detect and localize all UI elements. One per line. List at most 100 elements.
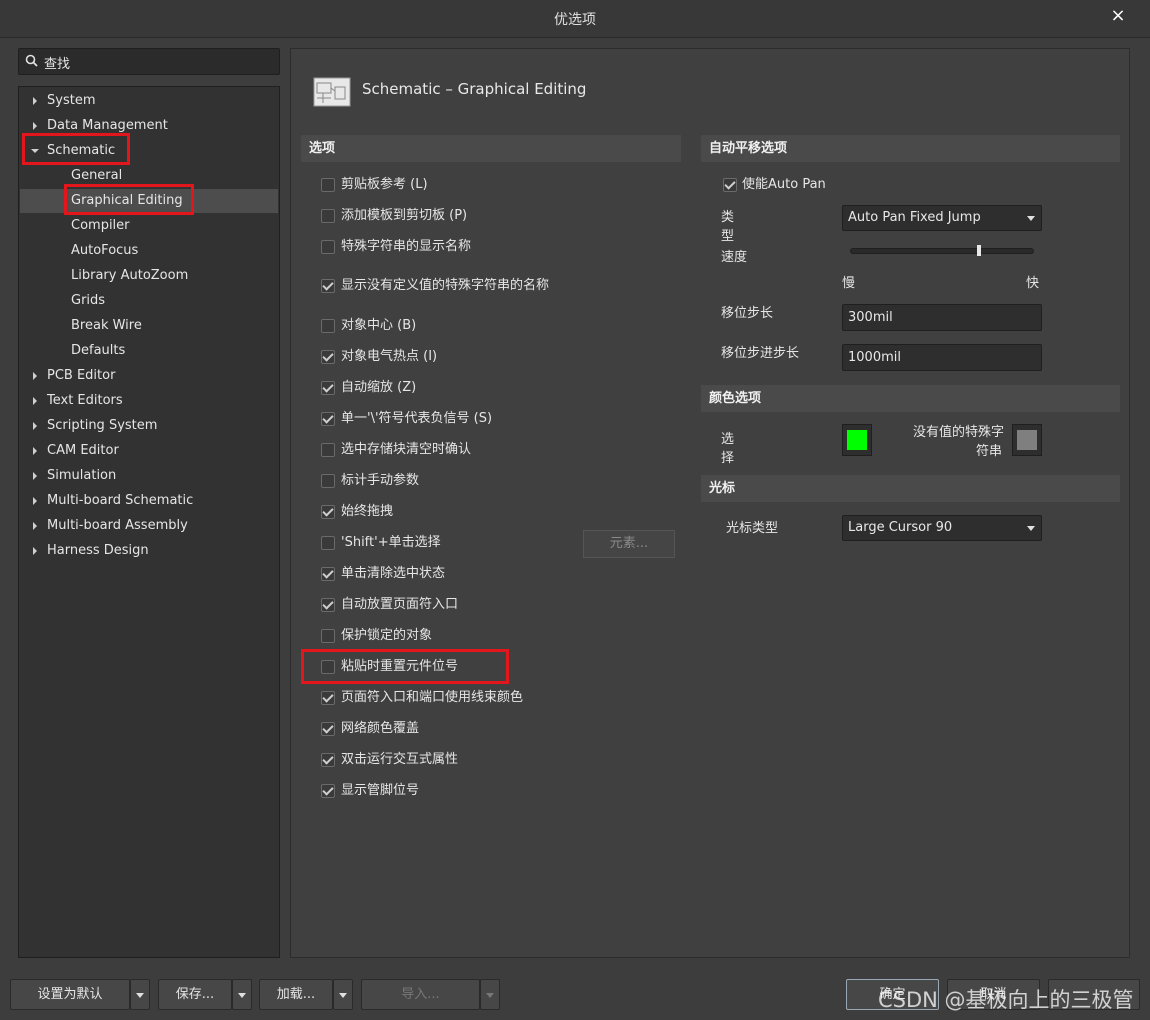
checkbox-box bbox=[321, 178, 335, 192]
checkbox-box bbox=[321, 279, 335, 293]
tree-item-label: PCB Editor bbox=[47, 368, 116, 383]
checkbox-box bbox=[321, 598, 335, 612]
highlight-schematic bbox=[22, 133, 130, 165]
tree-item-label: Grids bbox=[71, 293, 106, 308]
option-label: 网络颜色覆盖 bbox=[341, 721, 420, 736]
chevron-right-icon[interactable] bbox=[33, 372, 37, 380]
autopan-section-header: 自动平移选项 bbox=[701, 135, 1120, 162]
option-label: 对象中心 (B) bbox=[341, 318, 417, 333]
tree-item-break-wire[interactable]: Break Wire bbox=[71, 315, 142, 337]
search-input[interactable]: 查找 bbox=[18, 48, 280, 75]
chevron-right-icon[interactable] bbox=[33, 497, 37, 505]
tree-item-compiler[interactable]: Compiler bbox=[71, 215, 130, 237]
checkbox-box bbox=[321, 443, 335, 457]
tree-item-defaults[interactable]: Defaults bbox=[71, 340, 125, 362]
shift-step-input[interactable]: 1000mil bbox=[842, 344, 1042, 371]
tree-item-label: System bbox=[47, 93, 96, 108]
option-label: 特殊字符串的显示名称 bbox=[341, 239, 472, 254]
cursor-type-value: Large Cursor 90 bbox=[848, 520, 953, 535]
elements-button[interactable]: 元素... bbox=[583, 530, 675, 558]
checkbox-box bbox=[321, 536, 335, 550]
load-dropdown[interactable] bbox=[333, 979, 353, 1010]
tree-item-pcb-editor[interactable]: PCB Editor bbox=[33, 365, 116, 387]
tree-item-simulation[interactable]: Simulation bbox=[33, 465, 116, 487]
type-label-line2: 型 bbox=[721, 229, 735, 244]
window-title: 优选项 bbox=[554, 12, 596, 28]
load-button[interactable]: 加载... bbox=[259, 979, 333, 1010]
import-dropdown[interactable] bbox=[480, 979, 500, 1010]
tree-item-label: General bbox=[71, 168, 123, 183]
chevron-right-icon[interactable] bbox=[33, 397, 37, 405]
tree-item-cam-editor[interactable]: CAM Editor bbox=[33, 440, 119, 462]
step-input[interactable]: 300mil bbox=[842, 304, 1042, 331]
select-color-label-line2: 择 bbox=[721, 451, 735, 466]
highlight-graphical-editing bbox=[64, 184, 194, 215]
checkbox-box bbox=[321, 209, 335, 223]
option-label: 选中存储块清空时确认 bbox=[341, 442, 472, 457]
option-label: 保护锁定的对象 bbox=[341, 628, 433, 643]
checkbox-box bbox=[321, 629, 335, 643]
tree-item-harness-design[interactable]: Harness Design bbox=[33, 540, 149, 562]
chevron-right-icon[interactable] bbox=[33, 472, 37, 480]
checkbox-box bbox=[321, 567, 335, 581]
chevron-right-icon[interactable] bbox=[33, 97, 37, 105]
save-dropdown[interactable] bbox=[232, 979, 252, 1010]
option-label: 页面符入口和端口使用线束颜色 bbox=[341, 690, 524, 705]
chevron-right-icon[interactable] bbox=[33, 447, 37, 455]
select-color-swatch[interactable] bbox=[842, 424, 872, 456]
chevron-right-icon[interactable] bbox=[33, 122, 37, 130]
save-button[interactable]: 保存... bbox=[158, 979, 232, 1010]
undefined-color-fill bbox=[1017, 430, 1037, 450]
import-button[interactable]: 导入... bbox=[361, 979, 480, 1010]
speed-slider-track[interactable] bbox=[850, 245, 1034, 256]
tree-item-label: AutoFocus bbox=[71, 243, 139, 258]
tree-item-grids[interactable]: Grids bbox=[71, 290, 105, 312]
set-default-dropdown[interactable] bbox=[130, 979, 150, 1010]
tree-item-label: Library AutoZoom bbox=[71, 268, 189, 283]
tree-item-text-editors[interactable]: Text Editors bbox=[33, 390, 123, 412]
checkbox-box bbox=[321, 319, 335, 333]
tree-item-multi-board-assembly[interactable]: Multi-board Assembly bbox=[33, 515, 188, 537]
option-label: 显示没有定义值的特殊字符串的名称 bbox=[341, 278, 550, 293]
speed-slider-thumb[interactable] bbox=[977, 245, 981, 256]
autopan-type-value: Auto Pan Fixed Jump bbox=[848, 210, 981, 225]
color-section-header: 颜色选项 bbox=[701, 385, 1120, 412]
set-default-button[interactable]: 设置为默认 bbox=[10, 979, 130, 1010]
checkbox-box bbox=[723, 178, 737, 192]
option-label: 始终拖拽 bbox=[341, 504, 394, 519]
tree-item-scripting-system[interactable]: Scripting System bbox=[33, 415, 158, 437]
chevron-down-icon bbox=[1027, 526, 1035, 531]
tree-item-system[interactable]: System bbox=[33, 90, 96, 112]
chevron-right-icon[interactable] bbox=[33, 522, 37, 530]
option-label: 单一'\'符号代表负信号 (S) bbox=[341, 411, 493, 426]
tree-item-multi-board-schematic[interactable]: Multi-board Schematic bbox=[33, 490, 193, 512]
speed-fast-label: 快 bbox=[1026, 276, 1040, 291]
chevron-right-icon[interactable] bbox=[33, 547, 37, 555]
checkbox-box bbox=[321, 381, 335, 395]
tree-item-autofocus[interactable]: AutoFocus bbox=[71, 240, 138, 262]
cursor-type-dropdown[interactable]: Large Cursor 90 bbox=[842, 515, 1042, 541]
schematic-page-icon bbox=[313, 77, 351, 107]
tree-item-library-autozoom[interactable]: Library AutoZoom bbox=[71, 265, 188, 287]
checkbox-box bbox=[321, 412, 335, 426]
close-button[interactable]: × bbox=[1104, 3, 1132, 29]
option-label: 双击运行交互式属性 bbox=[341, 752, 459, 767]
type-label-line1: 类 bbox=[721, 210, 735, 225]
tree-item-label: Multi-board Assembly bbox=[47, 518, 188, 533]
checkbox-box bbox=[321, 722, 335, 736]
undefined-color-label-line1: 没有值的特殊字 bbox=[912, 425, 1004, 440]
autopan-type-dropdown[interactable]: Auto Pan Fixed Jump bbox=[842, 205, 1042, 231]
title-bar: 优选项 × bbox=[0, 0, 1150, 38]
tree-item-label: Scripting System bbox=[47, 418, 158, 433]
undefined-color-swatch[interactable] bbox=[1012, 424, 1042, 456]
chevron-right-icon[interactable] bbox=[33, 422, 37, 430]
option-label: 自动放置页面符入口 bbox=[341, 597, 459, 612]
option-label: 自动缩放 (Z) bbox=[341, 380, 417, 395]
shift-step-label: 移位步进步长 bbox=[721, 346, 800, 361]
option-label: 单击清除选中状态 bbox=[341, 566, 446, 581]
tree-item-label: Break Wire bbox=[71, 318, 142, 333]
option-label: 显示管脚位号 bbox=[341, 783, 420, 798]
option-label: 标计手动参数 bbox=[341, 473, 420, 488]
option-label: 添加模板到剪切板 (P) bbox=[341, 208, 468, 223]
option-label: 'Shift'+单击选择 bbox=[341, 535, 441, 550]
